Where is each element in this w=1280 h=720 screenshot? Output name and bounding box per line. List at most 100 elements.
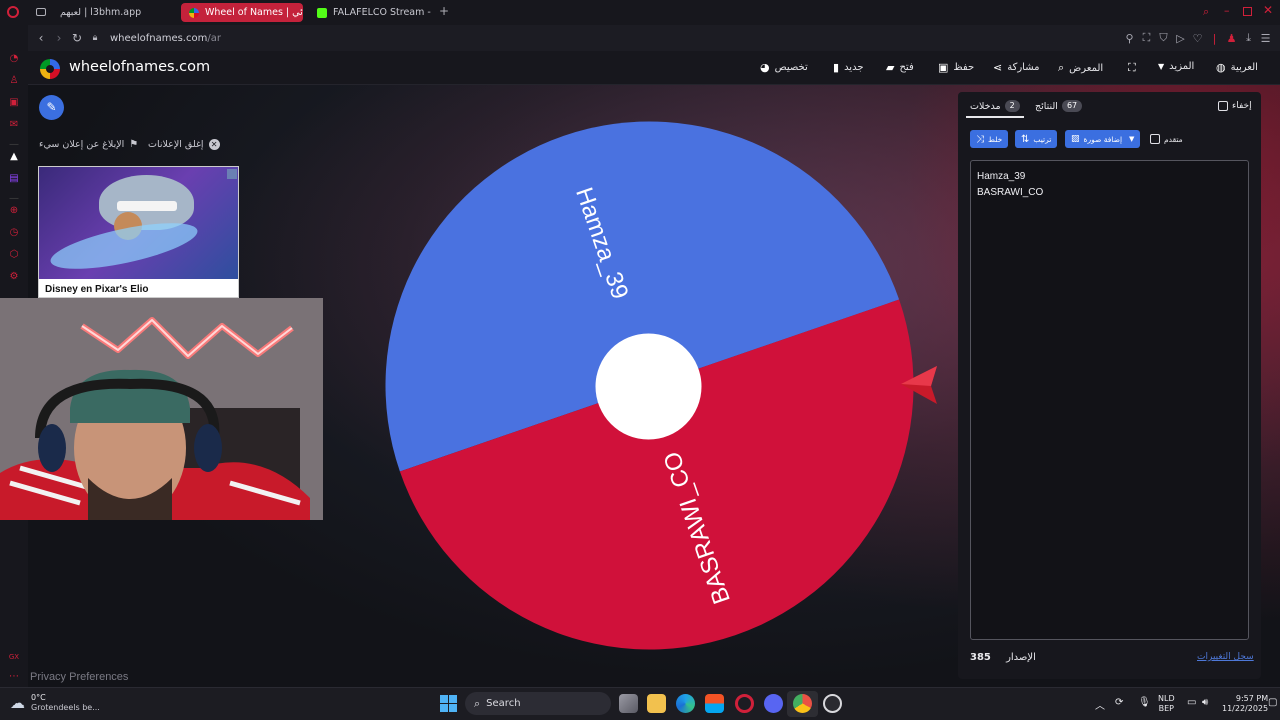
palette-icon: ◕	[760, 61, 770, 74]
wheel[interactable]: Hamza_39 BASRAWI_CO	[384, 120, 915, 651]
tab-results-label: النتائج	[1035, 100, 1058, 112]
lang-top: NLD	[1158, 694, 1175, 703]
discord-icon[interactable]	[764, 694, 783, 713]
lock-icon: 🔒︎	[92, 33, 98, 43]
tab-entries[interactable]: مدخلات 2	[970, 100, 1020, 112]
hide-checkbox-box[interactable]	[1218, 101, 1228, 111]
edge-icon[interactable]	[676, 694, 695, 713]
microphone-icon[interactable]: 🎙︎	[1138, 697, 1151, 708]
minimize-button[interactable]: –	[1224, 4, 1230, 17]
caret-down-icon: ▼	[1158, 62, 1165, 71]
advanced-checkbox-box[interactable]	[1150, 134, 1160, 144]
menu-new[interactable]: ▮ جديد	[833, 61, 864, 74]
add-icon[interactable]: ⊕	[6, 203, 22, 219]
menu-save[interactable]: ▣ حفظ	[938, 61, 974, 74]
menu-share[interactable]: ⋖ مشاركة	[993, 61, 1040, 74]
weather-widget[interactable]: ☁ 0°C Grotendeels be...	[10, 693, 100, 713]
settings-icon[interactable]: ⚙	[6, 269, 22, 285]
mail-icon[interactable]: ✉	[6, 117, 22, 133]
tab-falafelco[interactable]: FALAFELCO Stream - Wat	[309, 3, 433, 22]
tray-chevron-icon[interactable]: ︿	[1095, 697, 1105, 712]
browser-tab-bar: لعبهم | l3bhm.app Wheel of Names | عشوائ…	[0, 0, 1280, 25]
shop-icon[interactable]: ▣	[6, 95, 22, 111]
add-image-button[interactable]: ▨ إضافة صورة ▼	[1065, 130, 1141, 148]
back-icon[interactable]: ‹	[32, 31, 50, 45]
entries-textarea[interactable]: Hamza_39 BASRAWI_CO	[970, 160, 1249, 640]
start-button-icon[interactable]	[440, 695, 457, 712]
volume-icon[interactable]: 🔊︎	[1202, 697, 1208, 708]
menu-fullscreen[interactable]: ⛶	[1128, 61, 1136, 75]
heart-icon[interactable]: ♡	[1189, 32, 1206, 45]
menu-icon[interactable]: ☰	[1257, 32, 1274, 45]
report-ad-link[interactable]: الإبلاغ عن إعلان سيء ⚑	[39, 139, 138, 150]
share-icon: ⋖	[993, 61, 1003, 74]
taskbar-search[interactable]: ⌕ Search	[465, 692, 611, 715]
tab-results[interactable]: النتائج 67	[1035, 100, 1083, 112]
extensions-icon[interactable]: ⬡	[6, 247, 22, 263]
shield-icon[interactable]: ⛉	[1155, 31, 1172, 45]
lang-bottom: BEP	[1158, 704, 1174, 713]
close-ads-link[interactable]: إغلق الإعلانات ✕	[148, 139, 220, 150]
advanced-checkbox[interactable]: متقدم	[1150, 134, 1183, 144]
app-a-icon[interactable]: ▲	[6, 149, 22, 165]
download-icon[interactable]: ⤓	[1240, 31, 1257, 45]
new-tab-button[interactable]: +	[438, 5, 450, 17]
ad-card[interactable]: Disney en Pixar's Elio	[38, 166, 239, 298]
tray-sync-icon[interactable]: ⟳	[1115, 697, 1123, 708]
changelog-link[interactable]: سجل التغييرات	[1197, 652, 1254, 662]
address-bar: ‹ › ↻ 🔒︎ wheelofnames.com/ar ⚲ ⛶ ⛉ ▷ ♡ |…	[28, 25, 1280, 51]
menu-gallery[interactable]: ⌕ المعرض	[1058, 61, 1103, 75]
notifications-icon[interactable]: ▢	[1268, 697, 1277, 708]
ad-image	[39, 167, 238, 279]
privacy-preferences-link[interactable]: Privacy Preferences	[30, 671, 128, 683]
edit-pencil-button[interactable]: ✎	[39, 95, 64, 120]
obs-icon[interactable]	[823, 694, 842, 713]
maximize-button[interactable]	[1243, 7, 1252, 16]
clock[interactable]: 9:57 PM 11/22/2025	[1222, 694, 1268, 714]
brand-name[interactable]: wheelofnames.com	[69, 59, 210, 75]
bookmark-icon[interactable]: ⚲	[1121, 32, 1138, 45]
twitch-icon[interactable]: ▤	[6, 171, 22, 187]
hide-label: إخفاء	[1232, 101, 1252, 111]
forward-icon[interactable]: ›	[50, 31, 68, 45]
close-window-button[interactable]: ✕	[1263, 3, 1273, 17]
network-icon[interactable]: ▭	[1187, 697, 1196, 708]
wheel-pointer-icon	[901, 366, 937, 404]
speed-dial-icon[interactable]: ◔	[6, 51, 22, 67]
gx-icon[interactable]: GX	[6, 649, 22, 665]
store-icon[interactable]	[705, 694, 724, 713]
opera-gx-icon[interactable]	[735, 694, 754, 713]
version-number: 385	[970, 652, 991, 663]
menu-open[interactable]: ▰ فتح	[886, 61, 914, 74]
shuffle-button[interactable]: ⤨ خلط	[970, 130, 1009, 148]
play-icon[interactable]: ▷	[1172, 32, 1189, 45]
wheel-logo-icon[interactable]	[40, 59, 60, 79]
hide-checkbox[interactable]: إخفاء	[1218, 101, 1252, 111]
close-circle-icon: ✕	[208, 139, 220, 150]
menu-language[interactable]: ◍ العربية	[1216, 61, 1258, 74]
task-view-icon[interactable]	[619, 694, 638, 713]
profile-icon[interactable]: ♟	[1223, 32, 1240, 45]
wheel-favicon-icon	[189, 7, 199, 18]
sort-button[interactable]: ⇅ ترتيب	[1015, 130, 1058, 148]
workspaces-icon[interactable]	[36, 8, 46, 16]
tab-l3bhm[interactable]: لعبهم | l3bhm.app	[52, 3, 172, 22]
wheel-svg[interactable]: Hamza_39BASRAWI_CO	[384, 120, 915, 651]
more-icon[interactable]: ⋯	[6, 669, 22, 685]
entries-count-badge: 2	[1004, 100, 1020, 112]
menu-customize[interactable]: ◕ تخصيص	[760, 61, 808, 74]
opera-logo-icon[interactable]	[7, 6, 19, 18]
tab-wheel-of-names[interactable]: Wheel of Names | عشوائي	[181, 3, 303, 22]
url-field[interactable]: wheelofnames.com/ar	[110, 33, 221, 44]
wheel-center-hub[interactable]	[595, 333, 702, 440]
history-icon[interactable]: ◷	[6, 225, 22, 241]
reload-icon[interactable]: ↻	[68, 31, 86, 45]
aria-icon[interactable]: ♙	[6, 73, 22, 89]
language-indicator[interactable]: NLD BEP	[1158, 694, 1175, 714]
snapshot-icon[interactable]: ⛶	[1138, 31, 1155, 45]
menu-more[interactable]: ▼ المزيد	[1158, 61, 1194, 72]
entry-line: Hamza_39	[977, 171, 1026, 182]
menu-label: فتح	[899, 62, 914, 73]
search-tabs-icon[interactable]: ⌕	[1203, 5, 1209, 19]
file-explorer-icon[interactable]	[647, 694, 666, 713]
